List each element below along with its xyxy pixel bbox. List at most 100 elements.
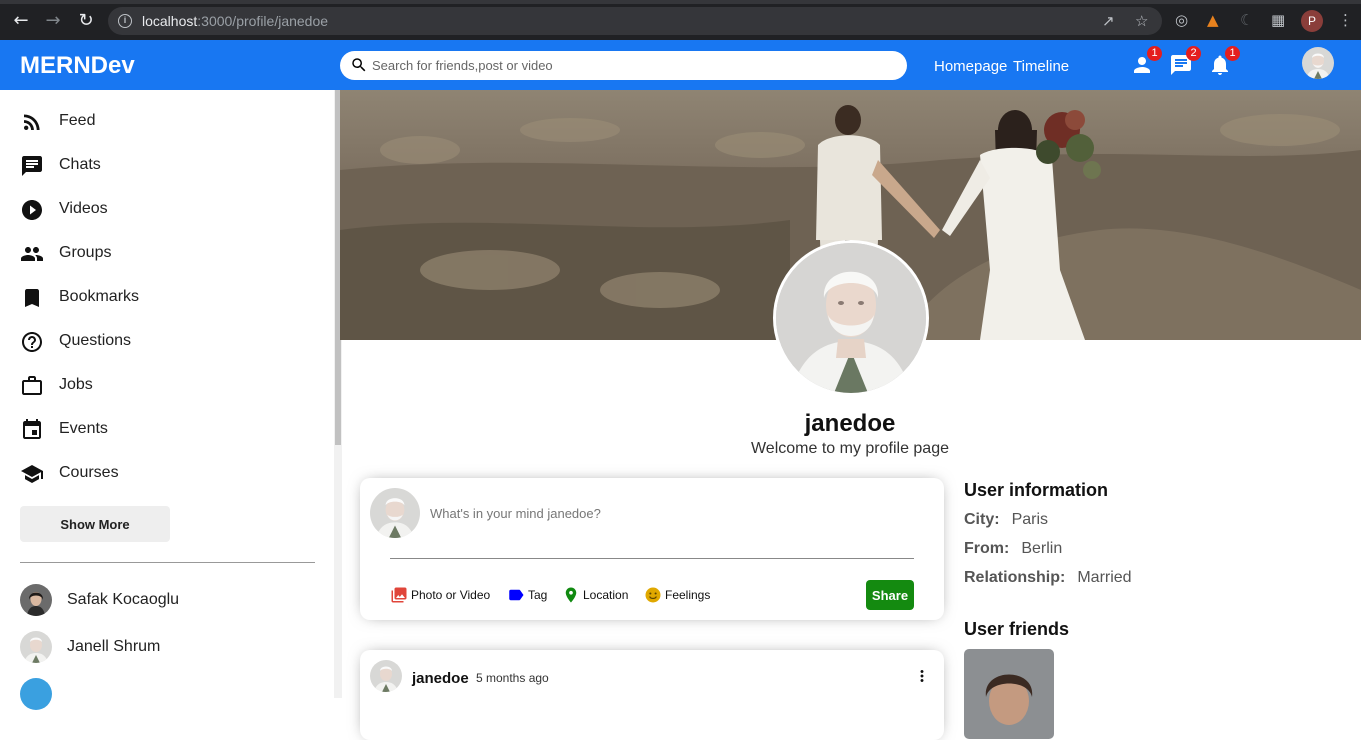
sidebar-friend[interactable]: Janell Shrum	[20, 631, 320, 665]
sidebar-item-events[interactable]: Events	[20, 415, 320, 445]
sidebar-item-chats[interactable]: Chats	[20, 151, 320, 181]
user-friends-title: User friends	[964, 619, 1070, 639]
homepage-link[interactable]: Homepage	[934, 58, 1007, 75]
more-vert-icon[interactable]	[913, 665, 931, 687]
photo-library-icon	[391, 587, 407, 603]
bookmark-star-icon[interactable]: ☆	[1135, 12, 1148, 30]
friend-photo	[20, 584, 52, 616]
friend-name: Janell Shrum	[67, 638, 161, 655]
work-outline-icon	[22, 376, 42, 395]
app-logo[interactable]: MERNDev	[20, 52, 135, 80]
extension-fox-icon[interactable]: ▲	[1207, 11, 1219, 29]
info-value: Married	[1077, 569, 1132, 586]
bookmark-icon	[25, 289, 39, 307]
sidebar-item-groups[interactable]: Groups	[20, 239, 320, 269]
option-label: Photo or Video	[411, 588, 491, 602]
sidebar-item-questions[interactable]: Questions	[20, 327, 320, 357]
site-info-icon[interactable]: i	[118, 14, 132, 28]
search-input[interactable]	[372, 55, 892, 76]
back-arrow-icon[interactable]: ←	[10, 10, 32, 32]
post-card: janedoe 5 months ago	[360, 650, 944, 740]
post-username[interactable]: janedoe	[412, 670, 469, 687]
sidebar-item-videos[interactable]: Videos	[20, 195, 320, 225]
avatar	[20, 678, 52, 710]
play-circle-icon	[22, 200, 42, 220]
share-button[interactable]: Share	[866, 580, 914, 610]
timeline-link[interactable]: Timeline	[1013, 58, 1069, 75]
forward-arrow-icon[interactable]: →	[42, 10, 64, 32]
search-bar[interactable]	[340, 51, 907, 80]
sidebar-item-label: Videos	[59, 200, 108, 217]
avatar[interactable]	[370, 660, 402, 692]
option-label: Tag	[528, 588, 548, 602]
share-page-icon[interactable]: ↗	[1102, 12, 1115, 30]
left-sidebar: Feed Chats Videos Groups Bookmarks Quest…	[0, 90, 342, 710]
info-key: City:	[964, 511, 1000, 528]
avatar-image	[1302, 47, 1334, 79]
profile-photo	[776, 243, 926, 393]
info-value: Berlin	[1021, 540, 1063, 557]
share-post-card: Photo or Video Tag Location Feelings Sha…	[360, 478, 944, 620]
extensions-puzzle-icon[interactable]: ▦	[1271, 11, 1285, 29]
info-key: Relationship:	[964, 569, 1066, 586]
chat-icon	[22, 156, 42, 176]
sidebar-item-label: Chats	[59, 156, 101, 173]
post-text-input[interactable]	[430, 503, 910, 523]
sidebar-item-jobs[interactable]: Jobs	[20, 371, 320, 401]
reload-icon[interactable]: ↻	[75, 10, 97, 32]
avatar	[20, 631, 52, 663]
app-topbar: MERNDev Homepage Timeline 1 2 1	[0, 40, 1361, 90]
help-outline-icon	[22, 332, 42, 352]
option-label: Feelings	[665, 588, 711, 602]
messages-badge: 2	[1186, 46, 1201, 61]
extension-target-icon[interactable]: ◎	[1175, 11, 1188, 29]
event-icon	[23, 419, 41, 439]
info-key: From:	[964, 540, 1010, 557]
sidebar-item-bookmarks[interactable]: Bookmarks	[20, 283, 320, 313]
sidebar-item-label: Groups	[59, 244, 112, 261]
messages-button[interactable]: 2	[1169, 46, 1201, 78]
avatar	[370, 488, 420, 538]
browser-menu-icon[interactable]: ⋮	[1338, 11, 1353, 29]
sidebar-item-label: Bookmarks	[59, 288, 140, 305]
extension-moon-icon[interactable]: ☾	[1240, 11, 1253, 29]
sidebar-friend[interactable]: Safak Kocaoglu	[20, 584, 320, 618]
sidebar-item-feed[interactable]: Feed	[20, 107, 320, 137]
show-more-button[interactable]: Show More	[20, 506, 170, 542]
info-relationship: Relationship: Married	[964, 569, 1132, 587]
info-value: Paris	[1011, 511, 1049, 528]
label-tag-icon	[509, 589, 524, 601]
notifications-badge: 1	[1225, 46, 1240, 61]
emoji-smile-icon	[645, 587, 661, 603]
sidebar-item-label: Events	[59, 420, 108, 437]
location-pin-icon	[565, 587, 577, 603]
friend-photo	[20, 631, 52, 663]
notifications-button[interactable]: 1	[1208, 46, 1240, 78]
rss-feed-icon	[24, 114, 40, 130]
user-avatar[interactable]	[1302, 47, 1334, 79]
address-bar[interactable]: i localhost:3000/profile/janedoe ↗ ☆	[108, 7, 1162, 35]
profile-username: janedoe	[804, 410, 896, 437]
search-icon	[352, 58, 366, 72]
post-date: 5 months ago	[476, 671, 549, 685]
url-text[interactable]: localhost:3000/profile/janedoe	[142, 13, 328, 29]
sidebar-item-label: Courses	[59, 464, 119, 481]
info-from: From: Berlin	[964, 540, 1062, 558]
user-friend-photo[interactable]	[964, 649, 1054, 739]
sidebar-divider	[20, 562, 315, 563]
profile-description: Welcome to my profile page	[750, 440, 949, 457]
sidebar-item-courses[interactable]: Courses	[20, 459, 320, 489]
browser-profile-avatar[interactable]: P	[1301, 10, 1323, 32]
browser-chrome: ← → ↻ i localhost:3000/profile/janedoe ↗…	[0, 0, 1361, 40]
sidebar-friend[interactable]	[20, 678, 320, 712]
friend-requests-button[interactable]: 1	[1130, 46, 1162, 78]
info-city: City: Paris	[964, 511, 1048, 529]
post-avatar-photo	[370, 660, 402, 692]
share-avatar-photo	[370, 488, 420, 538]
sidebar-item-label: Questions	[59, 332, 132, 349]
avatar	[20, 584, 52, 616]
option-label: Location	[583, 588, 629, 602]
sidebar-item-label: Feed	[59, 112, 96, 129]
school-icon	[21, 465, 43, 483]
sidebar-item-label: Jobs	[59, 376, 93, 393]
